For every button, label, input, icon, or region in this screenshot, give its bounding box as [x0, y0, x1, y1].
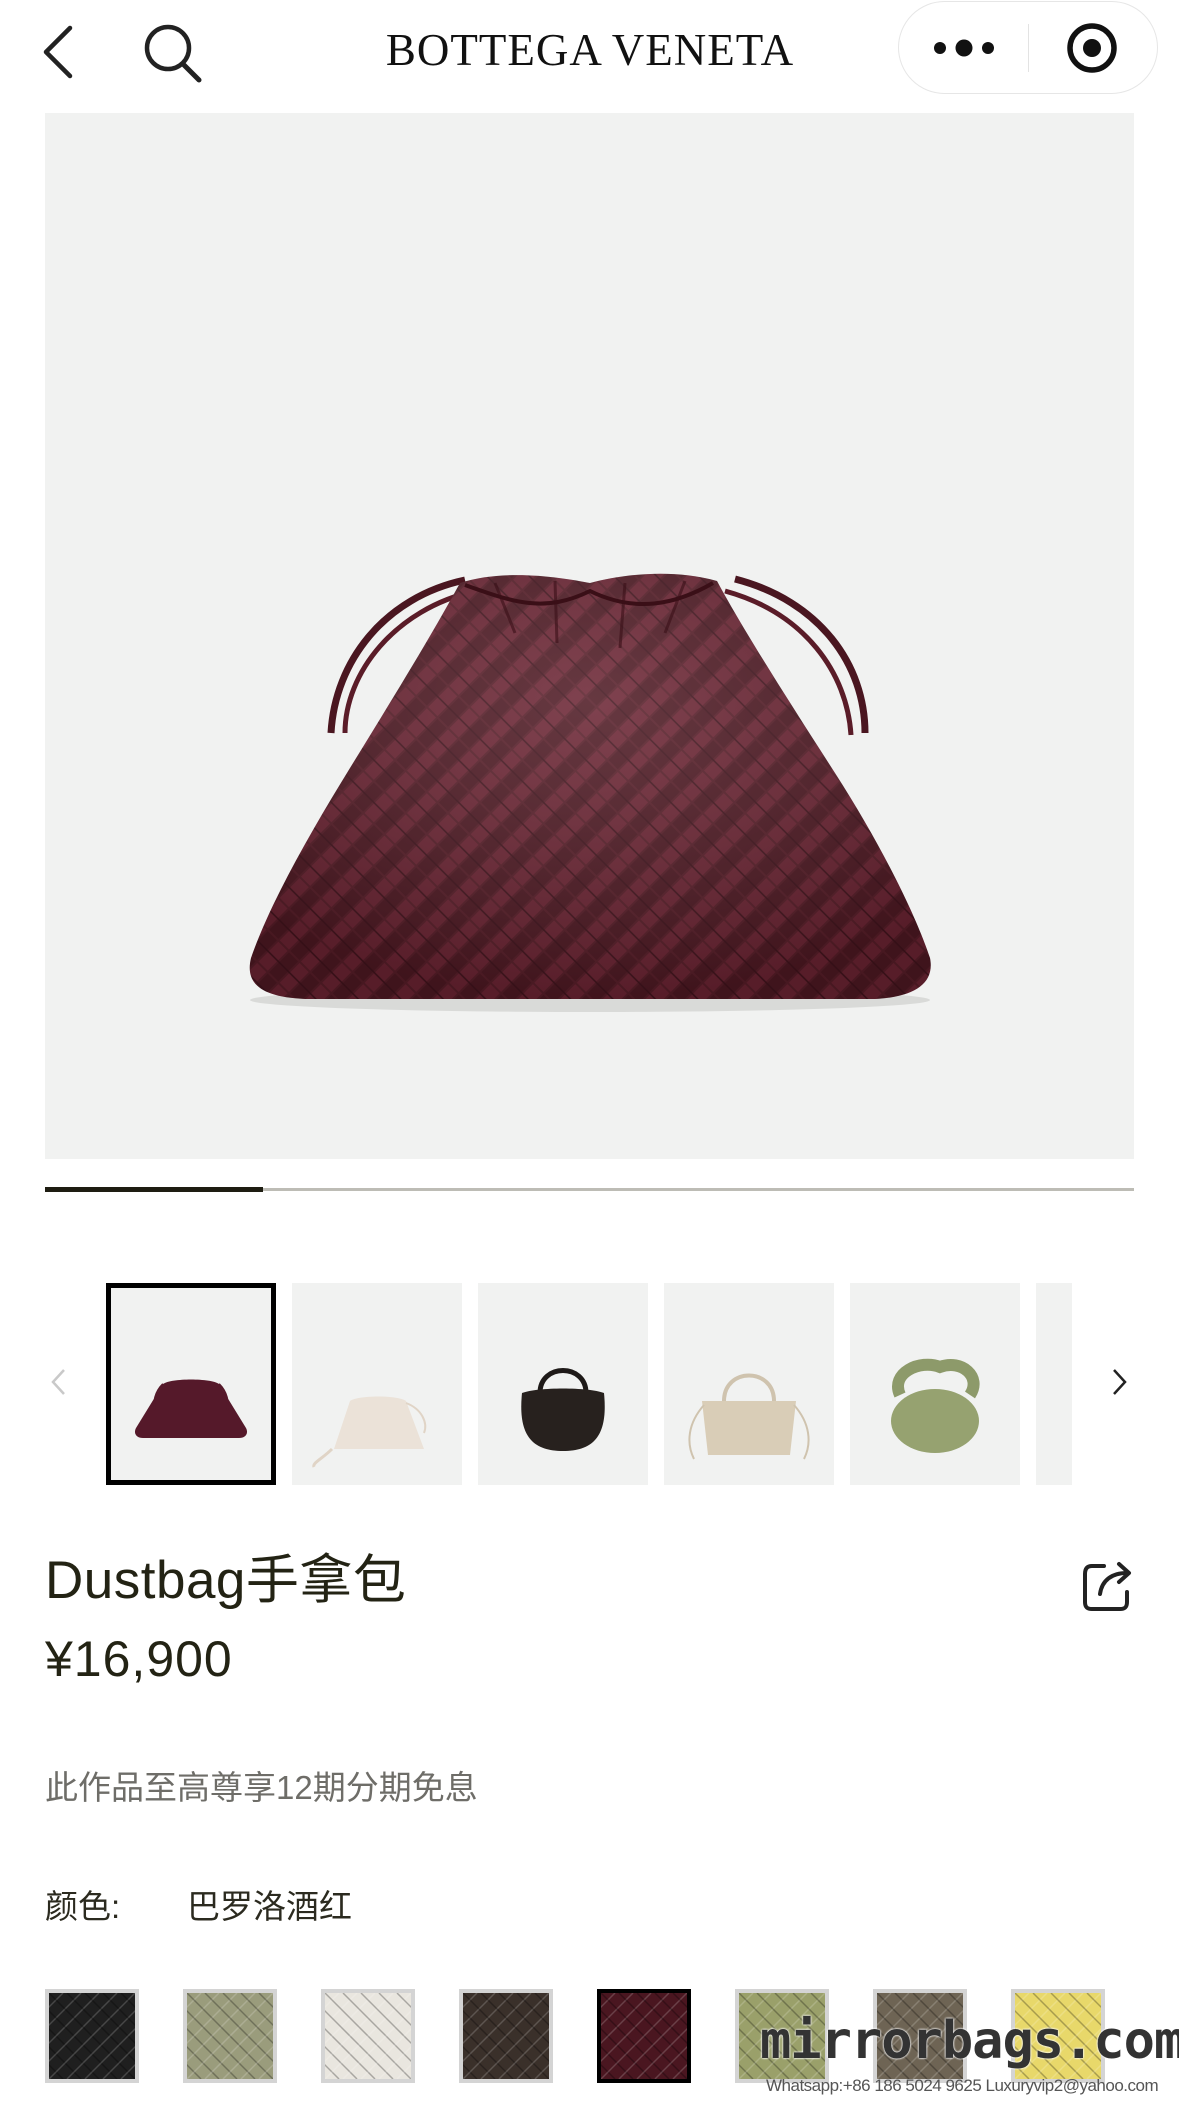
- thumbnail-item[interactable]: [292, 1283, 462, 1485]
- swatch-texture: [49, 1993, 135, 2079]
- swatch-texture: [1015, 1993, 1101, 2079]
- swatch-texture: [739, 1993, 825, 2079]
- share-icon: [1083, 1562, 1131, 1611]
- color-label: 颜色:: [45, 1888, 121, 1925]
- swatch-texture: [463, 1993, 549, 2079]
- capsule-divider: [1028, 24, 1029, 72]
- product-title: Dustbag手拿包: [45, 1551, 407, 1610]
- more-dots-icon: [934, 39, 994, 57]
- thumbnail-item[interactable]: [1036, 1283, 1072, 1485]
- installment-note: 此作品至高尊享12期分期免息: [45, 1769, 478, 1806]
- thumbnails-next-button[interactable]: [1104, 1362, 1134, 1402]
- swatch-texture: [325, 1993, 411, 2079]
- mini-program-capsule: [898, 1, 1158, 94]
- back-button[interactable]: [30, 18, 90, 86]
- product-hero-image[interactable]: [45, 113, 1134, 1159]
- color-swatch[interactable]: [321, 1989, 415, 2083]
- burgundy-pouch-thumbnail: [134, 1379, 248, 1438]
- sage-knot-thumbnail: [891, 1358, 980, 1453]
- swatch-texture: [877, 1993, 963, 2079]
- more-button[interactable]: [921, 16, 1007, 80]
- thumbnail-item[interactable]: [106, 1283, 276, 1485]
- thumbnail-strip: [106, 1283, 1072, 1485]
- target-circle-icon: [1067, 23, 1117, 73]
- gallery-progress-indicator: [45, 1187, 263, 1192]
- beige-tote-thumbnail: [688, 1373, 810, 1460]
- color-swatch[interactable]: [459, 1989, 553, 2083]
- product-detail-page: BOTTEGA VENETA Dustbag手拿包 ¥16,900 此作品至高尊…: [0, 0, 1179, 2103]
- brand-logo[interactable]: BOTTEGA VENETA: [380, 20, 800, 80]
- swatch-texture: [187, 1993, 273, 2079]
- thumbnail-item[interactable]: [664, 1283, 834, 1485]
- color-value: 巴罗洛酒红: [187, 1888, 352, 1925]
- color-swatch[interactable]: [735, 1989, 829, 2083]
- burgundy-pouch-image: [249, 573, 931, 1012]
- thumbnail-item[interactable]: [850, 1283, 1020, 1485]
- back-arrow-icon: [43, 25, 73, 79]
- search-icon: [144, 24, 202, 83]
- color-swatch[interactable]: [1011, 1989, 1105, 2083]
- color-swatch[interactable]: [873, 1989, 967, 2083]
- chevron-right-icon: [1113, 1369, 1127, 1395]
- black-hobo-thumbnail: [521, 1368, 605, 1451]
- product-price: ¥16,900: [45, 1631, 233, 1687]
- thumbnail-item[interactable]: [478, 1283, 648, 1485]
- color-swatch[interactable]: [597, 1989, 691, 2083]
- cream-pouch-thumbnail: [312, 1396, 427, 1468]
- top-bar: BOTTEGA VENETA: [0, 0, 1179, 104]
- swatch-texture: [601, 1993, 687, 2079]
- share-button[interactable]: [1080, 1556, 1138, 1614]
- search-button[interactable]: [136, 14, 212, 90]
- color-swatch[interactable]: [45, 1989, 139, 2083]
- close-mini-program-button[interactable]: [1059, 16, 1125, 80]
- thumbnails-prev-button[interactable]: [44, 1362, 74, 1402]
- color-swatch-row: [45, 1989, 1179, 2089]
- gallery-progress-bar: [45, 1187, 1134, 1192]
- color-swatch[interactable]: [183, 1989, 277, 2083]
- chevron-left-icon: [51, 1369, 65, 1395]
